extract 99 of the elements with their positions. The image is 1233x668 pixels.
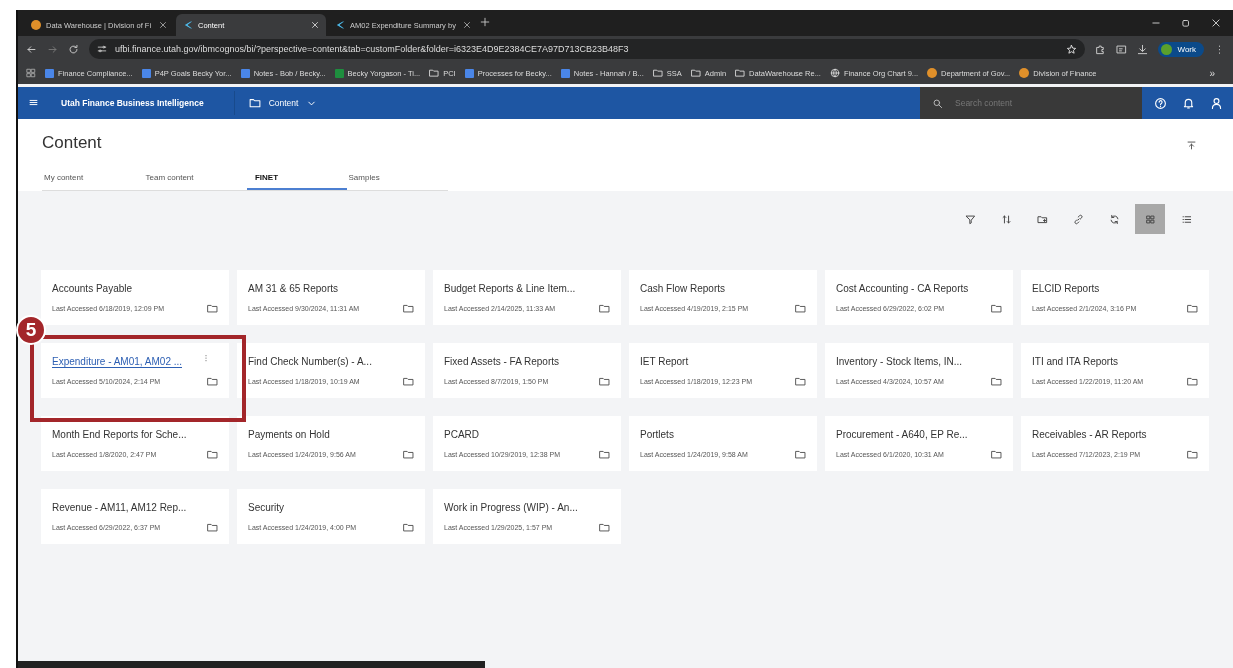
folder-title[interactable]: Receivables - AR Reports bbox=[1032, 429, 1147, 441]
sort-icon bbox=[1000, 213, 1012, 225]
folder-title[interactable]: Month End Reports for Sche... bbox=[52, 429, 187, 441]
back-icon[interactable] bbox=[26, 43, 37, 55]
folder-title[interactable]: Cash Flow Reports bbox=[640, 283, 726, 295]
folder-icon bbox=[207, 449, 218, 460]
folder-icon bbox=[599, 303, 610, 314]
spreadsheet-icon bbox=[334, 68, 344, 78]
close-icon[interactable] bbox=[463, 21, 471, 29]
content-tab[interactable]: Samples bbox=[348, 173, 448, 190]
folder-icon bbox=[403, 376, 414, 387]
content-tab[interactable]: Team content bbox=[145, 173, 245, 190]
folder-title[interactable]: ITI and ITA Reports bbox=[1032, 356, 1118, 368]
app-title: Utah Finance Business Intelligence bbox=[61, 98, 204, 108]
url-text: ufbi.finance.utah.gov/ibmcognos/bi/?perspective=content&tab=customFolder&folder=i6323E4D9E2384CE7A97D713CB23B48F3 bbox=[115, 44, 630, 54]
new-tab-icon[interactable] bbox=[480, 17, 490, 27]
search-icon bbox=[932, 97, 943, 109]
avatar-icon bbox=[1161, 43, 1173, 55]
folder-icon bbox=[690, 68, 701, 78]
folder-icon bbox=[599, 449, 610, 460]
folder-icon bbox=[795, 449, 806, 460]
seal-icon bbox=[927, 68, 938, 78]
folder-title[interactable]: Inventory - Stock Items, IN... bbox=[836, 356, 963, 368]
folder-icon bbox=[403, 303, 414, 314]
folder-title[interactable]: IET Report bbox=[640, 356, 689, 368]
seal-icon bbox=[31, 20, 41, 30]
apps-icon[interactable] bbox=[26, 68, 36, 78]
reload-icon[interactable] bbox=[68, 43, 79, 55]
content-tab[interactable]: My content bbox=[44, 173, 144, 190]
folder-title[interactable]: Expenditure - AM01, AM02 ... bbox=[52, 356, 183, 368]
folder-icon bbox=[599, 522, 610, 533]
folder-icon bbox=[1187, 376, 1198, 387]
close-icon[interactable] bbox=[159, 21, 167, 29]
folder-icon bbox=[735, 68, 746, 78]
folder-icon bbox=[795, 376, 806, 387]
cognos-icon bbox=[183, 20, 193, 30]
refresh-icon bbox=[1108, 213, 1120, 225]
folder-title[interactable]: Procurement - A640, EP Re... bbox=[836, 429, 968, 441]
folder-icon bbox=[991, 449, 1002, 460]
cognos-icon bbox=[335, 20, 345, 30]
folder-title[interactable]: Budget Reports & Line Item... bbox=[444, 283, 576, 295]
menu-icon[interactable] bbox=[28, 97, 39, 108]
list-view-icon bbox=[1180, 213, 1192, 225]
notifications-icon[interactable] bbox=[1182, 96, 1195, 110]
folder-icon bbox=[248, 97, 261, 109]
page-heading: Content bbox=[42, 133, 102, 153]
link-icon bbox=[1072, 213, 1084, 225]
filter-icon bbox=[964, 213, 976, 225]
folder-icon bbox=[403, 449, 414, 460]
folder-icon bbox=[599, 376, 610, 387]
folder-icon bbox=[207, 303, 218, 314]
folder-icon bbox=[991, 376, 1002, 387]
folder-title[interactable]: Accounts Payable bbox=[52, 283, 133, 295]
profile-button[interactable]: Work bbox=[1158, 41, 1204, 57]
folder-icon bbox=[1036, 213, 1048, 225]
download-icon[interactable] bbox=[1137, 43, 1149, 55]
folder-title[interactable]: Security bbox=[248, 502, 285, 514]
document-icon bbox=[45, 68, 54, 78]
document-icon bbox=[560, 68, 570, 78]
close-icon[interactable] bbox=[1211, 18, 1221, 28]
seal-icon bbox=[1019, 68, 1030, 78]
folder-title[interactable]: AM 31 & 65 Reports bbox=[248, 283, 339, 295]
star-icon[interactable] bbox=[1066, 43, 1078, 55]
content-tab[interactable]: FINET bbox=[246, 173, 347, 190]
user-icon[interactable] bbox=[1210, 96, 1223, 110]
folder-icon bbox=[207, 522, 218, 533]
folder-icon bbox=[652, 68, 663, 78]
forward-icon[interactable] bbox=[47, 43, 58, 55]
collapse-icon[interactable] bbox=[1186, 140, 1197, 151]
grid-view-icon bbox=[1144, 213, 1156, 225]
folder-icon bbox=[1187, 449, 1198, 460]
folder-title[interactable]: Find Check Number(s) - A... bbox=[248, 356, 372, 368]
folder-title[interactable]: ELCID Reports bbox=[1032, 283, 1100, 295]
folder-icon bbox=[795, 303, 806, 314]
restore-icon[interactable] bbox=[1181, 18, 1191, 28]
folder-title[interactable]: Revenue - AM11, AM12 Rep... bbox=[52, 502, 187, 514]
folder-title[interactable]: Portlets bbox=[640, 429, 674, 441]
document-icon bbox=[240, 68, 250, 78]
folder-icon bbox=[991, 303, 1002, 314]
extensions-icon[interactable] bbox=[1095, 43, 1107, 55]
reading-list-icon[interactable] bbox=[1116, 43, 1128, 55]
document-icon bbox=[464, 68, 474, 78]
folder-icon bbox=[429, 68, 440, 78]
folder-icon bbox=[207, 376, 218, 387]
folder-title[interactable]: Fixed Assets - FA Reports bbox=[444, 356, 560, 368]
more-bookmarks[interactable]: » bbox=[1209, 67, 1225, 79]
folder-icon bbox=[1187, 303, 1198, 314]
folder-title[interactable]: Payments on Hold bbox=[248, 429, 330, 441]
address-bar[interactable]: ufbi.finance.utah.gov/ibmcognos/bi/?perspective=content&tab=customFolder&folder=i6323E4D9E2384CE7A97D713CB23B48F3 bbox=[89, 39, 1086, 59]
folder-title[interactable]: Work in Progress (WIP) - An... bbox=[444, 502, 578, 514]
folder-title[interactable]: PCARD bbox=[444, 429, 479, 441]
globe-icon bbox=[829, 68, 840, 78]
folder-title[interactable]: Cost Accounting - CA Reports bbox=[836, 283, 969, 295]
document-icon bbox=[141, 68, 151, 78]
site-settings-icon bbox=[97, 44, 107, 54]
toolbar-button[interactable] bbox=[1135, 204, 1165, 234]
folder-icon bbox=[403, 522, 414, 533]
help-icon[interactable] bbox=[1154, 96, 1167, 110]
location-dropdown[interactable]: Content bbox=[248, 97, 318, 109]
